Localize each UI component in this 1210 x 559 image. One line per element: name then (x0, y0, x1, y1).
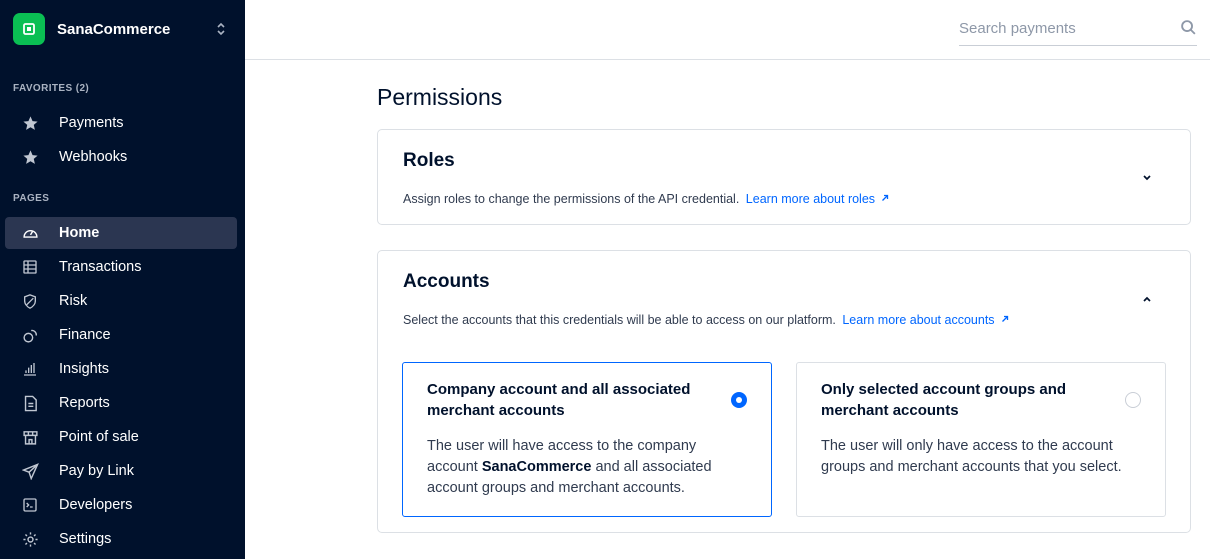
chevron-updown-icon[interactable] (216, 21, 226, 37)
external-link-icon (881, 191, 889, 205)
terminal-icon (21, 496, 39, 514)
sidebar-item-point-of-sale[interactable]: Point of sale (5, 421, 237, 453)
roles-card: Roles Assign roles to change the permiss… (377, 129, 1191, 225)
account-switcher[interactable]: SanaCommerce (13, 13, 232, 45)
option-description: The user will only have access to the ac… (821, 438, 1122, 475)
pages-label: PAGES (13, 193, 50, 204)
option-title: Company account and all associated merch… (427, 381, 691, 419)
sidebar-item-reports[interactable]: Reports (5, 387, 237, 419)
table-icon (21, 258, 39, 276)
store-icon (21, 428, 39, 446)
sidebar-item-developers[interactable]: Developers (5, 489, 237, 521)
paper-plane-icon (21, 462, 39, 480)
option-company-account[interactable]: Company account and all associated merch… (402, 362, 772, 517)
home-dashboard-icon (21, 224, 39, 242)
sidebar-item-risk[interactable]: Risk (5, 285, 237, 317)
sidebar-item-insights[interactable]: Insights (5, 353, 237, 385)
search-box (959, 12, 1197, 46)
search-input[interactable] (959, 20, 1169, 37)
option-title: Only selected account groups and merchan… (821, 381, 1067, 419)
brand-logo (13, 13, 45, 45)
roles-description: Assign roles to change the permissions o… (403, 191, 889, 206)
accounts-learn-more-link[interactable]: Learn more about accounts (842, 313, 1008, 327)
brand-name: SanaCommerce (57, 20, 171, 38)
option-description: The user will have access to the company… (427, 438, 712, 496)
external-link-icon (1001, 312, 1009, 326)
sidebar-item-transactions[interactable]: Transactions (5, 251, 237, 283)
sidebar-item-webhooks[interactable]: Webhooks (5, 141, 237, 173)
coins-icon (21, 326, 39, 344)
gear-icon (21, 530, 39, 548)
favorites-label: FAVORITES (2) (13, 83, 90, 94)
roles-title: Roles (403, 150, 455, 171)
chevron-up-icon[interactable] (1140, 292, 1154, 306)
star-icon (21, 114, 39, 132)
page-title: Permissions (377, 84, 503, 110)
accounts-card: Accounts Select the accounts that this c… (377, 250, 1191, 533)
shield-icon (21, 292, 39, 310)
sidebar-item-settings[interactable]: Settings (5, 523, 237, 555)
accounts-title: Accounts (403, 271, 490, 292)
option-selected-account-groups[interactable]: Only selected account groups and merchan… (796, 362, 1166, 517)
top-bar (245, 0, 1210, 60)
radio-company-account[interactable] (731, 392, 747, 408)
chevron-down-icon[interactable] (1140, 170, 1154, 184)
sidebar-item-pay-by-link[interactable]: Pay by Link (5, 455, 237, 487)
roles-learn-more-link[interactable]: Learn more about roles (746, 192, 889, 206)
sidebar: SanaCommerce FAVORITES (2) Payments Webh… (0, 0, 245, 559)
sidebar-item-home[interactable]: Home (5, 217, 237, 249)
document-icon (21, 394, 39, 412)
search-icon[interactable] (1180, 19, 1197, 41)
sidebar-item-finance[interactable]: Finance (5, 319, 237, 351)
bar-chart-icon (21, 360, 39, 378)
sidebar-item-payments[interactable]: Payments (5, 107, 237, 139)
accounts-description: Select the accounts that this credential… (403, 312, 1009, 327)
radio-selected-account-groups[interactable] (1125, 392, 1141, 408)
star-icon (21, 148, 39, 166)
